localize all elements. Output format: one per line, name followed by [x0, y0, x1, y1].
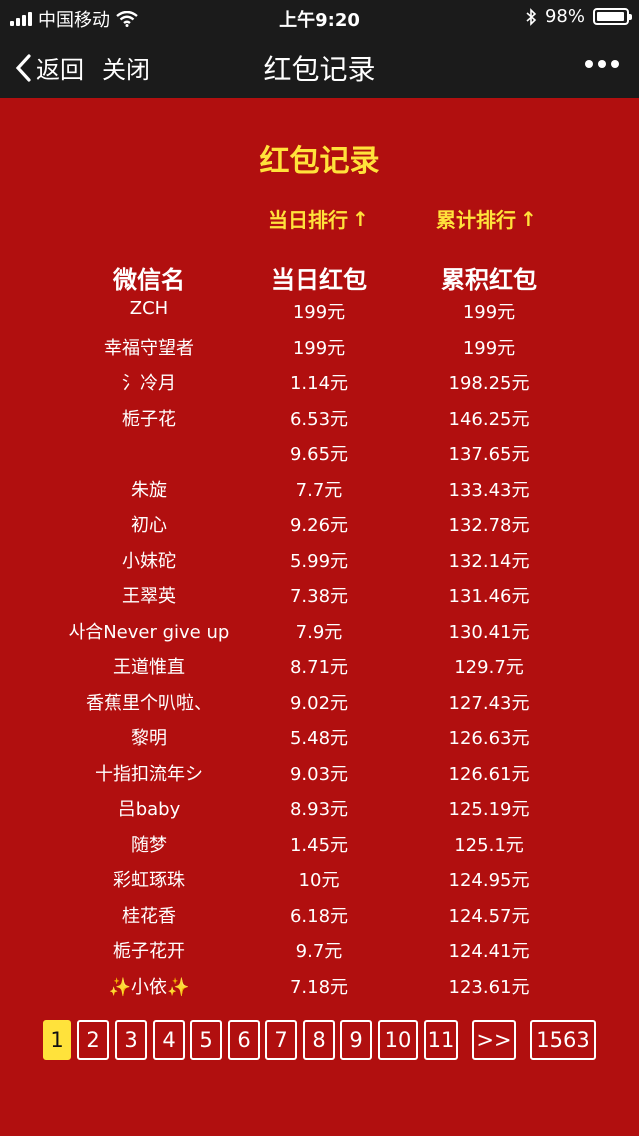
page-button-11[interactable]: 11	[424, 1020, 458, 1060]
table-row: 小妹砣 5.99元 132.14元	[0, 542, 639, 578]
table-row: 香蕉里个叭啦、 9.02元 127.43元	[0, 684, 639, 720]
battery-percent: 98%	[544, 6, 585, 27]
total-amount: 125.19元	[448, 799, 530, 820]
table-row: 栀子花开 9.7元 124.41元	[0, 932, 639, 968]
bluetooth-icon	[526, 7, 537, 26]
total-amount: 198.25元	[448, 373, 530, 394]
nav-title: 红包记录	[263, 53, 376, 86]
table-row: 幸福守望者 199元 199元	[0, 329, 639, 365]
content-area: 红包记录 当日排行 ↑ 累计排行 ↑ 微信名 当日红包 累积红包 ZCH 199元…	[0, 98, 639, 1136]
total-amount: 124.41元	[448, 941, 530, 962]
table-row: 王道惟直 8.71元 129.7元	[0, 648, 639, 684]
arrow-up-icon: ↑	[520, 206, 537, 231]
table-row: 栀子花 6.53元 146.25元	[0, 400, 639, 436]
page-button-2[interactable]: 2	[77, 1020, 109, 1060]
total-amount: 137.65元	[448, 444, 530, 465]
status-right: 98%	[526, 6, 632, 27]
page-button-1[interactable]: 1	[43, 1020, 71, 1060]
page-button-7[interactable]: 7	[265, 1020, 297, 1060]
table-row: 彩虹琢珠 10元 124.95元	[0, 861, 639, 897]
page-button-3[interactable]: 3	[115, 1020, 147, 1060]
table-row: ZCH 199元 199元	[0, 293, 639, 329]
table-row: 黎明 5.48元 126.63元	[0, 719, 639, 755]
total-amount: 132.78元	[448, 515, 530, 536]
table-row: 氵冷月 1.14元 198.25元	[0, 364, 639, 400]
total-amount: 129.7元	[454, 657, 524, 678]
table-row: 吕baby 8.93元 125.19元	[0, 790, 639, 826]
column-header-total: 累积红包	[441, 266, 537, 294]
last-page-button[interactable]: 1563	[530, 1020, 596, 1060]
total-amount: 133.43元	[448, 479, 530, 501]
page-button-4[interactable]: 4	[153, 1020, 185, 1060]
total-amount: 124.95元	[448, 870, 530, 891]
sort-total-button[interactable]: 累计排行 ↑	[436, 204, 537, 233]
sort-day-button[interactable]: 当日排行 ↑	[268, 204, 369, 233]
page-title: 红包记录	[259, 144, 380, 179]
page-button-8[interactable]: 8	[303, 1020, 335, 1060]
total-amount: 124.57元	[448, 905, 530, 927]
table-row: 桂花香 6.18元 124.57元	[0, 897, 639, 933]
battery-icon	[593, 8, 632, 25]
total-amount: 126.61元	[448, 763, 530, 785]
total-amount: 199元	[462, 337, 516, 359]
more-icon[interactable]	[585, 60, 619, 68]
table-row: 王翠英 7.38元 131.46元	[0, 577, 639, 613]
back-button[interactable]: 返回	[14, 50, 84, 85]
table-row: 初心 9.26元 132.78元	[0, 506, 639, 542]
arrow-up-icon: ↑	[352, 206, 369, 231]
table-row: ✨小依✨ 7.18元 123.61元	[0, 968, 639, 1004]
table-row: 사合Never give up 7.9元 130.41元	[0, 613, 639, 649]
total-amount: 130.41元	[448, 621, 530, 643]
table-row: 朱旋 7.7元 133.43元	[0, 471, 639, 507]
total-amount: 132.14元	[448, 550, 530, 572]
page-button-6[interactable]: 6	[228, 1020, 260, 1060]
total-amount: 199元	[462, 302, 516, 323]
page-button-10[interactable]: 10	[378, 1020, 418, 1060]
record-table: ZCH 199元 199元 幸福守望者 199元 199元 氵冷月 1.14元 198.25…	[0, 293, 639, 1003]
back-label: 返回	[36, 56, 84, 84]
total-amount: 126.63元	[448, 728, 530, 749]
table-row: 随梦 1.45元 125.1元	[0, 826, 639, 862]
nav-bar: 返回 关闭 红包记录	[0, 34, 639, 98]
close-button[interactable]: 关闭	[102, 50, 150, 85]
page-button-5[interactable]: 5	[190, 1020, 222, 1060]
sort-total-label: 累计排行	[436, 208, 516, 232]
chevron-left-icon	[15, 53, 31, 82]
total-amount: 131.46元	[448, 586, 530, 607]
status-bar: 中国移动 上午9:20 98%	[0, 0, 639, 34]
total-amount: 127.43元	[448, 692, 530, 714]
table-row: 十指扣流年シ 9.03元 126.61元	[0, 755, 639, 791]
total-amount: 123.61元	[448, 976, 530, 998]
sort-day-label: 当日排行	[268, 208, 348, 232]
page-button-9[interactable]: 9	[340, 1020, 372, 1060]
total-amount: 146.25元	[448, 408, 530, 430]
next-page-button[interactable]: >>	[472, 1020, 516, 1060]
table-row: 9.65元 137.65元	[0, 435, 639, 471]
total-amount: 125.1元	[454, 834, 524, 856]
